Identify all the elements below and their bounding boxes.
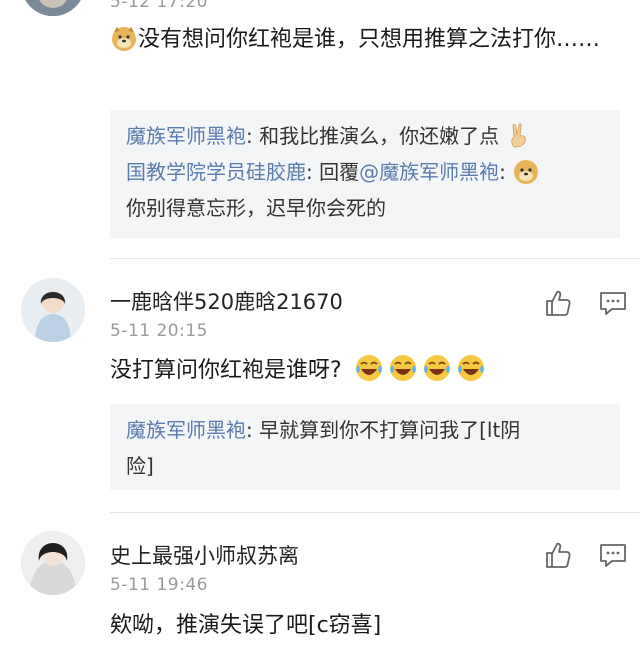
comment-time: 5-12 17:20	[110, 0, 208, 12]
comment-time: 5-11 20:15	[110, 321, 208, 341]
avatar[interactable]	[21, 531, 85, 595]
mention-link[interactable]: @魔族军师黑袍	[359, 160, 499, 184]
comment-text: 没打算问你红袍是谁呀?	[110, 353, 620, 389]
comment-username[interactable]: 史上最强小师叔苏离	[110, 540, 299, 570]
reply-line: 国教学院学员硅胶鹿: 回覆@魔族军师黑袍:	[126, 154, 604, 190]
like-thumb-icon[interactable]	[543, 288, 573, 318]
reply-comment-icon[interactable]	[598, 288, 628, 318]
reply-text: : 回覆	[306, 160, 360, 184]
comment-text: 欸呦，推演失误了吧[c窃喜]	[110, 613, 382, 638]
reply-text-continued: 险]	[126, 454, 154, 478]
laugh-cry-emoji-icon	[422, 353, 452, 383]
divider	[110, 258, 640, 259]
doge-emoji-icon	[512, 157, 540, 185]
comment-time: 5-11 19:46	[110, 575, 208, 595]
comment-username[interactable]: 一鹿晗伴520鹿晗21670	[110, 286, 343, 316]
victory-hand-emoji-icon	[505, 121, 533, 149]
comment-text: 没有想问你红袍是谁，只想用推算之法打你……	[110, 22, 620, 58]
reply-line: 魔族军师黑袍: 早就算到你不打算问我了[lt阴	[126, 412, 604, 448]
laugh-cry-emoji-icon	[388, 353, 418, 383]
comment-text-body: 没有想问你红袍是谁，只想用推算之法打你……	[138, 27, 601, 52]
reply-comment-icon[interactable]	[598, 540, 628, 570]
like-thumb-icon[interactable]	[543, 540, 573, 570]
reply-text-continued: 你别得意忘形，迟早你会死的	[126, 196, 386, 220]
reply-line: 魔族军师黑袍: 和我比推演么，你还嫩了点	[126, 118, 604, 154]
avatar[interactable]	[21, 278, 85, 342]
reply-user-link[interactable]: 国教学院学员硅胶鹿	[126, 160, 306, 184]
doge-emoji-icon	[110, 24, 138, 52]
reply-user-link[interactable]: 魔族军师黑袍	[126, 418, 246, 442]
divider	[110, 512, 640, 513]
comment-text-body: 没打算问你红袍是谁呀?	[110, 358, 342, 383]
laugh-cry-emoji-icon	[456, 353, 486, 383]
reply-box[interactable]: 魔族军师黑袍: 和我比推演么，你还嫩了点 国教学院学员硅胶鹿: 回覆@魔族军师黑…	[110, 110, 620, 238]
laugh-cry-emoji-icon	[354, 353, 384, 383]
emoji-group	[350, 353, 486, 389]
reply-text: : 和我比推演么，你还嫩了点	[246, 124, 500, 148]
reply-box[interactable]: 魔族军师黑袍: 早就算到你不打算问我了[lt阴 险]	[110, 404, 620, 490]
avatar[interactable]	[21, 0, 85, 16]
reply-user-link[interactable]: 魔族军师黑袍	[126, 124, 246, 148]
reply-text: : 早就算到你不打算问我了[lt阴	[246, 418, 521, 442]
